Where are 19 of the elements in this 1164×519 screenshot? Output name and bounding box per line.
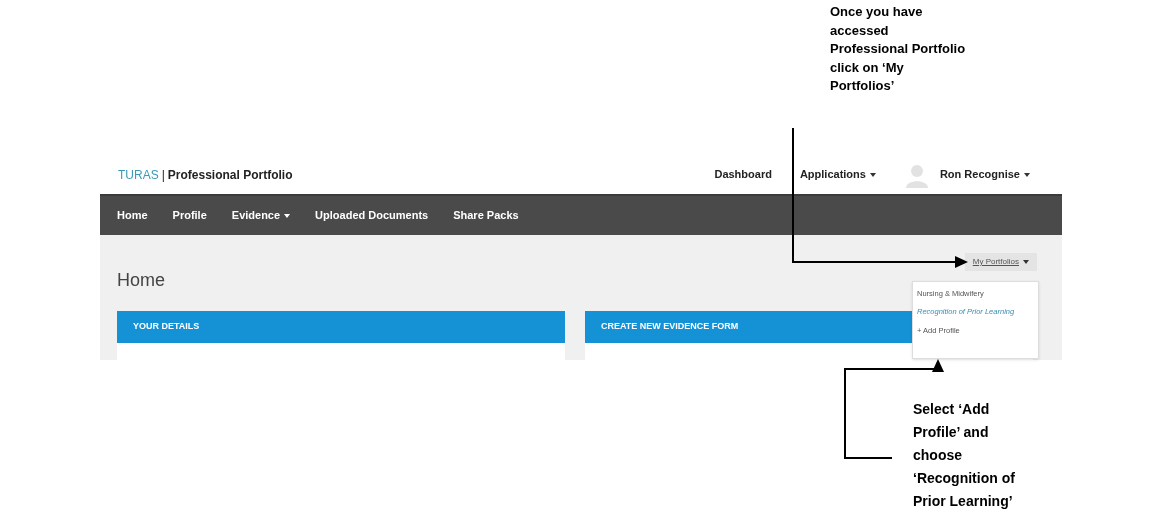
portfolios-button[interactable]: My Portfolios	[964, 253, 1037, 271]
caret-icon	[1023, 260, 1029, 264]
nav-item[interactable]: Home	[117, 207, 148, 224]
nav-item[interactable]: Evidence	[231, 207, 291, 224]
nav-item[interactable]: Uploaded Documents	[315, 207, 429, 224]
callout-text: Select ‘Add Profile’ and choose ‘Recognition of Prior Learning’	[913, 400, 1016, 511]
panel-header: YOUR DETAILS	[117, 311, 565, 343]
header-link[interactable]: Dashboard	[714, 166, 772, 183]
caret-icon	[1024, 172, 1030, 177]
brand-separator: |	[161, 166, 165, 184]
caret-icon	[869, 172, 876, 177]
header-link[interactable]: Applications	[799, 166, 876, 183]
nav-item[interactable]: Share Packs	[453, 207, 519, 224]
page-title: Home	[117, 269, 165, 292]
nav-item[interactable]: Profile	[172, 207, 207, 224]
callout-text: Once you have accessed Professional Portfolio click on ‘My Portfolios’	[830, 3, 967, 95]
user-menu[interactable]: Ron Recognise	[939, 166, 1030, 183]
caret-icon	[284, 213, 291, 218]
product-name: Professional Portfolio	[167, 166, 293, 184]
